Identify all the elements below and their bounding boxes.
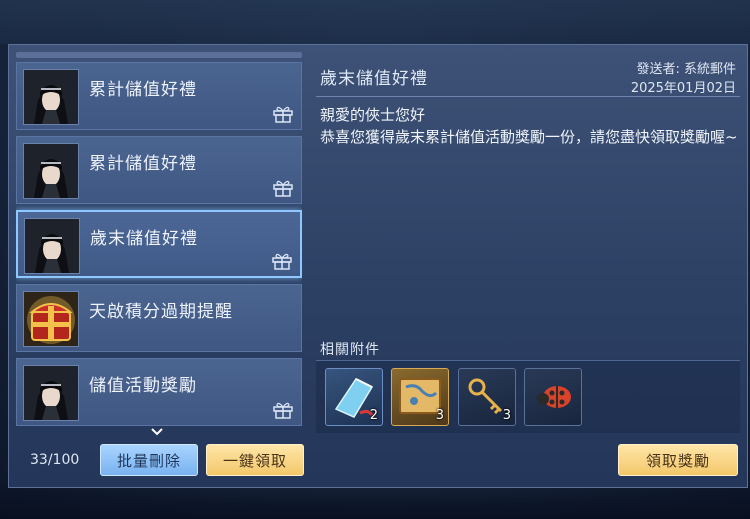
mail-date: 2025年01月02日 — [630, 81, 736, 96]
mail-greeting: 親愛的俠士您好 — [320, 106, 426, 124]
attachment-qty: 3 — [502, 408, 511, 423]
mail-item-title: 歲末儲值好禮 — [90, 229, 198, 249]
mail-item[interactable]: 儲值活動獎勵 — [16, 358, 302, 426]
attachment-item[interactable] — [524, 368, 582, 426]
mail-detail-title: 歲末儲值好禮 — [320, 69, 428, 89]
claim-all-button[interactable]: 一鍵領取 — [206, 444, 304, 476]
mail-item[interactable]: 累計儲值好禮 — [16, 62, 302, 130]
attachments-label: 相關附件 — [320, 342, 380, 358]
gift-icon — [273, 105, 293, 123]
mail-item-title: 天啟積分過期提醒 — [89, 302, 233, 322]
gift-icon — [273, 179, 293, 197]
chevron-down-icon[interactable] — [150, 422, 164, 436]
gift-icon — [272, 252, 292, 270]
attachment-item[interactable]: 3 — [458, 368, 516, 426]
mail-count: 33/100 — [30, 452, 80, 468]
warrior-avatar-icon — [24, 218, 80, 274]
treasure-chest-icon — [23, 291, 79, 347]
ladybug-icon — [525, 386, 581, 429]
mail-item[interactable]: 天啟積分過期提醒 — [16, 284, 302, 352]
gift-icon — [273, 401, 293, 419]
background-top — [0, 0, 750, 44]
mail-item[interactable]: 累計儲值好禮 — [16, 136, 302, 204]
batch-delete-button[interactable]: 批量刪除 — [100, 444, 198, 476]
attachment-qty: 2 — [369, 408, 378, 423]
mail-item-selected[interactable]: 歲末儲值好禮 — [16, 210, 302, 278]
attachment-qty: 3 — [435, 408, 444, 423]
mail-body: 親愛的俠士您好 恭喜您獲得歲末累計儲值活動獎勵一份，請您盡快領取獎勵喔~ — [320, 104, 738, 148]
warrior-avatar-icon — [23, 365, 79, 421]
warrior-avatar-icon — [23, 143, 79, 199]
attachment-item[interactable]: 3 — [391, 368, 449, 426]
claim-reward-button[interactable]: 領取獎勵 — [618, 444, 738, 476]
mail-item-title: 累計儲值好禮 — [89, 154, 197, 174]
warrior-avatar-icon — [23, 69, 79, 125]
detail-divider — [316, 96, 740, 97]
mail-list[interactable]: 累計儲值好禮 累計儲值好禮 歲末儲值好禮 天啟積分過期提醒 儲值活動獎勵 — [16, 52, 302, 432]
mail-message: 恭喜您獲得歲末累計儲值活動獎勵一份，請您盡快領取獎勵喔~ — [320, 128, 738, 146]
attachment-item[interactable]: 2 — [325, 368, 383, 426]
mail-item-title: 累計儲值好禮 — [89, 80, 197, 100]
mail-sender: 發送者: 系統郵件 — [636, 62, 736, 77]
mail-item-title: 儲值活動獎勵 — [89, 376, 197, 396]
